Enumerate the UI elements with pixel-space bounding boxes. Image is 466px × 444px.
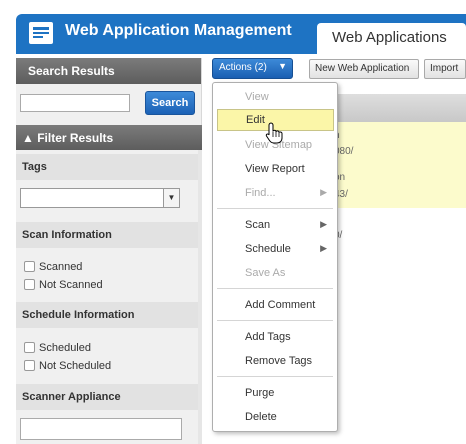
checkbox-icon [24,360,35,371]
import-button[interactable]: Import [424,59,466,79]
new-web-application-button[interactable]: New Web Application [309,59,419,79]
menu-item-scan[interactable]: Scan ▶ [213,214,337,236]
app-title: Web Application Management [65,22,292,39]
menu-item-add-tags[interactable]: Add Tags [213,326,337,348]
tags-section-label: Tags [16,154,198,180]
actions-dropdown-button[interactable]: Actions (2) ▼ [212,58,293,79]
menu-item-view-report[interactable]: View Report [213,158,337,180]
tags-select[interactable]: ▼ [20,188,180,208]
search-input[interactable] [20,94,130,112]
hand-cursor-icon [265,122,283,144]
menu-item-remove-tags[interactable]: Remove Tags [213,350,337,372]
submenu-arrow-icon: ▶ [320,243,327,253]
filter-sidebar: Search Results Search ▲ Filter Results T… [16,58,202,444]
search-button[interactable]: Search [145,91,195,115]
scanner-appliance-label: Scanner Appliance [16,384,198,410]
checkbox-icon [24,342,35,353]
menu-item-delete[interactable]: Delete [213,406,337,428]
checkbox-icon [24,279,35,290]
tab-web-applications[interactable]: Web Applications [317,23,466,54]
scheduled-checkbox[interactable]: Scheduled [24,342,91,356]
schedule-information-label: Schedule Information [16,302,198,328]
web-app-icon [29,22,53,44]
scanned-checkbox[interactable]: Scanned [24,261,82,275]
not-scanned-checkbox[interactable]: Not Scanned [24,279,103,293]
menu-separator [217,320,333,321]
scan-information-label: Scan Information [16,222,198,248]
menu-item-view[interactable]: View [213,86,337,108]
menu-item-save-as[interactable]: Save As [213,262,337,284]
chevron-down-icon: ▼ [278,61,287,71]
app-header: Web Application Management Web Applicati… [16,14,466,54]
not-scheduled-checkbox[interactable]: Not Scheduled [24,360,111,374]
menu-item-schedule[interactable]: Schedule ▶ [213,238,337,260]
filter-results-toggle[interactable]: ▲ Filter Results [16,125,202,150]
menu-item-find[interactable]: Find... ▶ [213,182,337,204]
chevron-down-icon: ▼ [163,189,179,207]
menu-item-add-comment[interactable]: Add Comment [213,294,337,316]
menu-separator [217,208,333,209]
search-results-heading: Search Results [16,58,201,84]
submenu-arrow-icon: ▶ [320,187,327,197]
menu-separator [217,376,333,377]
menu-separator [217,288,333,289]
scanner-appliance-input[interactable] [20,418,182,440]
sidebar-scrollbar[interactable] [198,150,202,444]
submenu-arrow-icon: ▶ [320,219,327,229]
checkbox-icon [24,261,35,272]
menu-item-purge[interactable]: Purge [213,382,337,404]
